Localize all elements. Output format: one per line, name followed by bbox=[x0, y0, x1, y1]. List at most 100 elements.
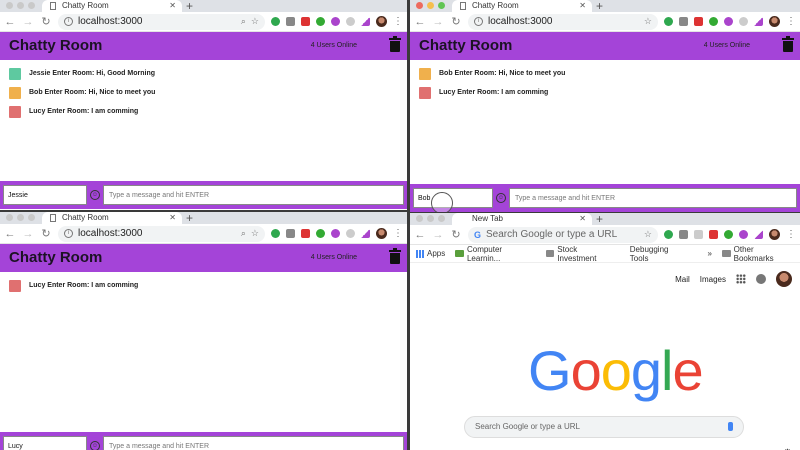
forward-icon[interactable]: → bbox=[22, 16, 34, 28]
minimize-window-button[interactable] bbox=[17, 2, 24, 9]
zoom-window-button[interactable] bbox=[28, 214, 35, 221]
profile-avatar[interactable] bbox=[769, 229, 780, 240]
puzzle-icon[interactable] bbox=[679, 230, 688, 239]
browser-tab[interactable]: Chatty Room ✕ bbox=[42, 212, 182, 224]
zoom-window-button[interactable] bbox=[438, 2, 445, 9]
address-bar[interactable]: i localhost:3000 ⌕ ☆ bbox=[58, 225, 265, 242]
new-tab-button[interactable]: + bbox=[186, 0, 193, 13]
new-tab-button[interactable]: + bbox=[596, 0, 603, 13]
new-tab-button[interactable]: + bbox=[186, 212, 193, 225]
close-tab-icon[interactable]: ✕ bbox=[169, 212, 176, 223]
star-icon[interactable]: ☆ bbox=[644, 16, 652, 27]
star-icon[interactable]: ☆ bbox=[644, 229, 652, 240]
evernote-icon[interactable] bbox=[664, 230, 673, 239]
reload-icon[interactable]: ↻ bbox=[40, 15, 52, 28]
emoji-icon[interactable]: ☺ bbox=[496, 193, 506, 203]
mail-link[interactable]: Mail bbox=[675, 275, 690, 284]
address-bar[interactable]: i localhost:3000 ☆ bbox=[468, 13, 658, 30]
pen-icon[interactable] bbox=[361, 17, 370, 26]
star-icon[interactable]: ☆ bbox=[251, 228, 259, 239]
puzzle-icon[interactable] bbox=[679, 17, 688, 26]
reload-icon[interactable]: ↻ bbox=[450, 228, 462, 241]
checkmark-icon[interactable] bbox=[316, 229, 325, 238]
message-input[interactable]: Type a message and hit ENTER bbox=[509, 188, 797, 208]
browser-tab[interactable]: New Tab ✕ bbox=[452, 213, 592, 225]
menu-icon[interactable]: ⋮ bbox=[393, 16, 403, 27]
forward-icon[interactable]: → bbox=[432, 16, 444, 28]
extension-red-icon[interactable] bbox=[301, 229, 310, 238]
pen-icon[interactable] bbox=[754, 17, 763, 26]
close-window-button[interactable] bbox=[6, 2, 13, 9]
info-icon[interactable]: i bbox=[474, 17, 483, 26]
other-bookmarks[interactable]: Other Bookmarks bbox=[721, 245, 794, 263]
extension-purple-icon[interactable] bbox=[739, 230, 748, 239]
close-window-button[interactable] bbox=[6, 214, 13, 221]
message-input[interactable]: Type a message and hit ENTER bbox=[103, 185, 404, 205]
zoom-icon[interactable]: ⌕ bbox=[241, 16, 246, 27]
info-icon[interactable]: i bbox=[64, 17, 73, 26]
bookmarks-overflow-button[interactable]: » bbox=[707, 249, 711, 258]
browser-tab[interactable]: Chatty Room ✕ bbox=[452, 0, 592, 12]
microphone-icon[interactable] bbox=[728, 422, 733, 431]
menu-icon[interactable]: ⋮ bbox=[393, 228, 403, 239]
reload-icon[interactable]: ↻ bbox=[450, 15, 462, 28]
zoom-window-button[interactable] bbox=[438, 215, 445, 222]
extension-red-icon[interactable] bbox=[694, 17, 703, 26]
images-link[interactable]: Images bbox=[700, 275, 726, 284]
new-tab-button[interactable]: + bbox=[596, 213, 603, 226]
evernote-icon[interactable] bbox=[271, 17, 280, 26]
forward-icon[interactable]: → bbox=[22, 228, 34, 240]
close-window-button[interactable] bbox=[416, 2, 423, 9]
close-window-button[interactable] bbox=[416, 215, 423, 222]
bookmark-computer-learning[interactable]: Computer Learnin... bbox=[455, 245, 535, 263]
zoom-icon[interactable]: ⌕ bbox=[241, 228, 246, 239]
close-tab-icon[interactable]: ✕ bbox=[579, 213, 586, 224]
extension-purple-icon[interactable] bbox=[724, 17, 733, 26]
profile-avatar[interactable] bbox=[376, 16, 387, 27]
account-avatar[interactable] bbox=[776, 271, 792, 287]
back-icon[interactable]: ← bbox=[414, 229, 426, 241]
pen-icon[interactable] bbox=[361, 229, 370, 238]
trash-icon[interactable] bbox=[389, 36, 401, 52]
forward-icon[interactable]: → bbox=[432, 229, 444, 241]
minimize-window-button[interactable] bbox=[427, 2, 434, 9]
browser-tab[interactable]: Chatty Room ✕ bbox=[42, 0, 182, 12]
puzzle-icon[interactable] bbox=[286, 17, 295, 26]
extension-grey-icon[interactable] bbox=[694, 230, 703, 239]
checkmark-icon[interactable] bbox=[709, 17, 718, 26]
checkmark-icon[interactable] bbox=[316, 17, 325, 26]
bookmark-apps[interactable]: Apps bbox=[416, 249, 445, 258]
emoji-icon[interactable]: ☺ bbox=[90, 441, 100, 450]
info-icon[interactable]: i bbox=[64, 229, 73, 238]
reload-icon[interactable]: ↻ bbox=[40, 227, 52, 240]
trash-icon[interactable] bbox=[782, 36, 794, 52]
checkmark-icon[interactable] bbox=[724, 230, 733, 239]
menu-icon[interactable]: ⋮ bbox=[786, 16, 796, 27]
profile-avatar[interactable] bbox=[769, 16, 780, 27]
evernote-icon[interactable] bbox=[664, 17, 673, 26]
message-input[interactable]: Type a message and hit ENTER bbox=[103, 436, 404, 450]
extension-grey-icon[interactable] bbox=[739, 17, 748, 26]
zoom-window-button[interactable] bbox=[28, 2, 35, 9]
username-input[interactable]: Bob bbox=[413, 188, 493, 208]
extension-grey-icon[interactable] bbox=[346, 229, 355, 238]
extension-purple-icon[interactable] bbox=[331, 229, 340, 238]
extension-red-icon[interactable] bbox=[301, 17, 310, 26]
profile-avatar[interactable] bbox=[376, 228, 387, 239]
trash-icon[interactable] bbox=[389, 248, 401, 264]
google-search-box[interactable]: Search Google or type a URL bbox=[464, 416, 744, 438]
address-bar[interactable]: i localhost:3000 ⌕ ☆ bbox=[58, 13, 265, 30]
address-bar[interactable]: G Search Google or type a URL ☆ bbox=[468, 226, 658, 243]
extension-red-icon[interactable] bbox=[709, 230, 718, 239]
notifications-icon[interactable] bbox=[756, 274, 766, 284]
bookmark-stock-investment[interactable]: Stock Investment bbox=[545, 245, 617, 263]
star-icon[interactable]: ☆ bbox=[251, 16, 259, 27]
extension-purple-icon[interactable] bbox=[331, 17, 340, 26]
pen-icon[interactable] bbox=[754, 230, 763, 239]
evernote-icon[interactable] bbox=[271, 229, 280, 238]
puzzle-icon[interactable] bbox=[286, 229, 295, 238]
extension-grey-icon[interactable] bbox=[346, 17, 355, 26]
username-input[interactable]: Lucy bbox=[3, 436, 87, 450]
close-tab-icon[interactable]: ✕ bbox=[579, 0, 586, 11]
menu-icon[interactable]: ⋮ bbox=[786, 229, 796, 240]
